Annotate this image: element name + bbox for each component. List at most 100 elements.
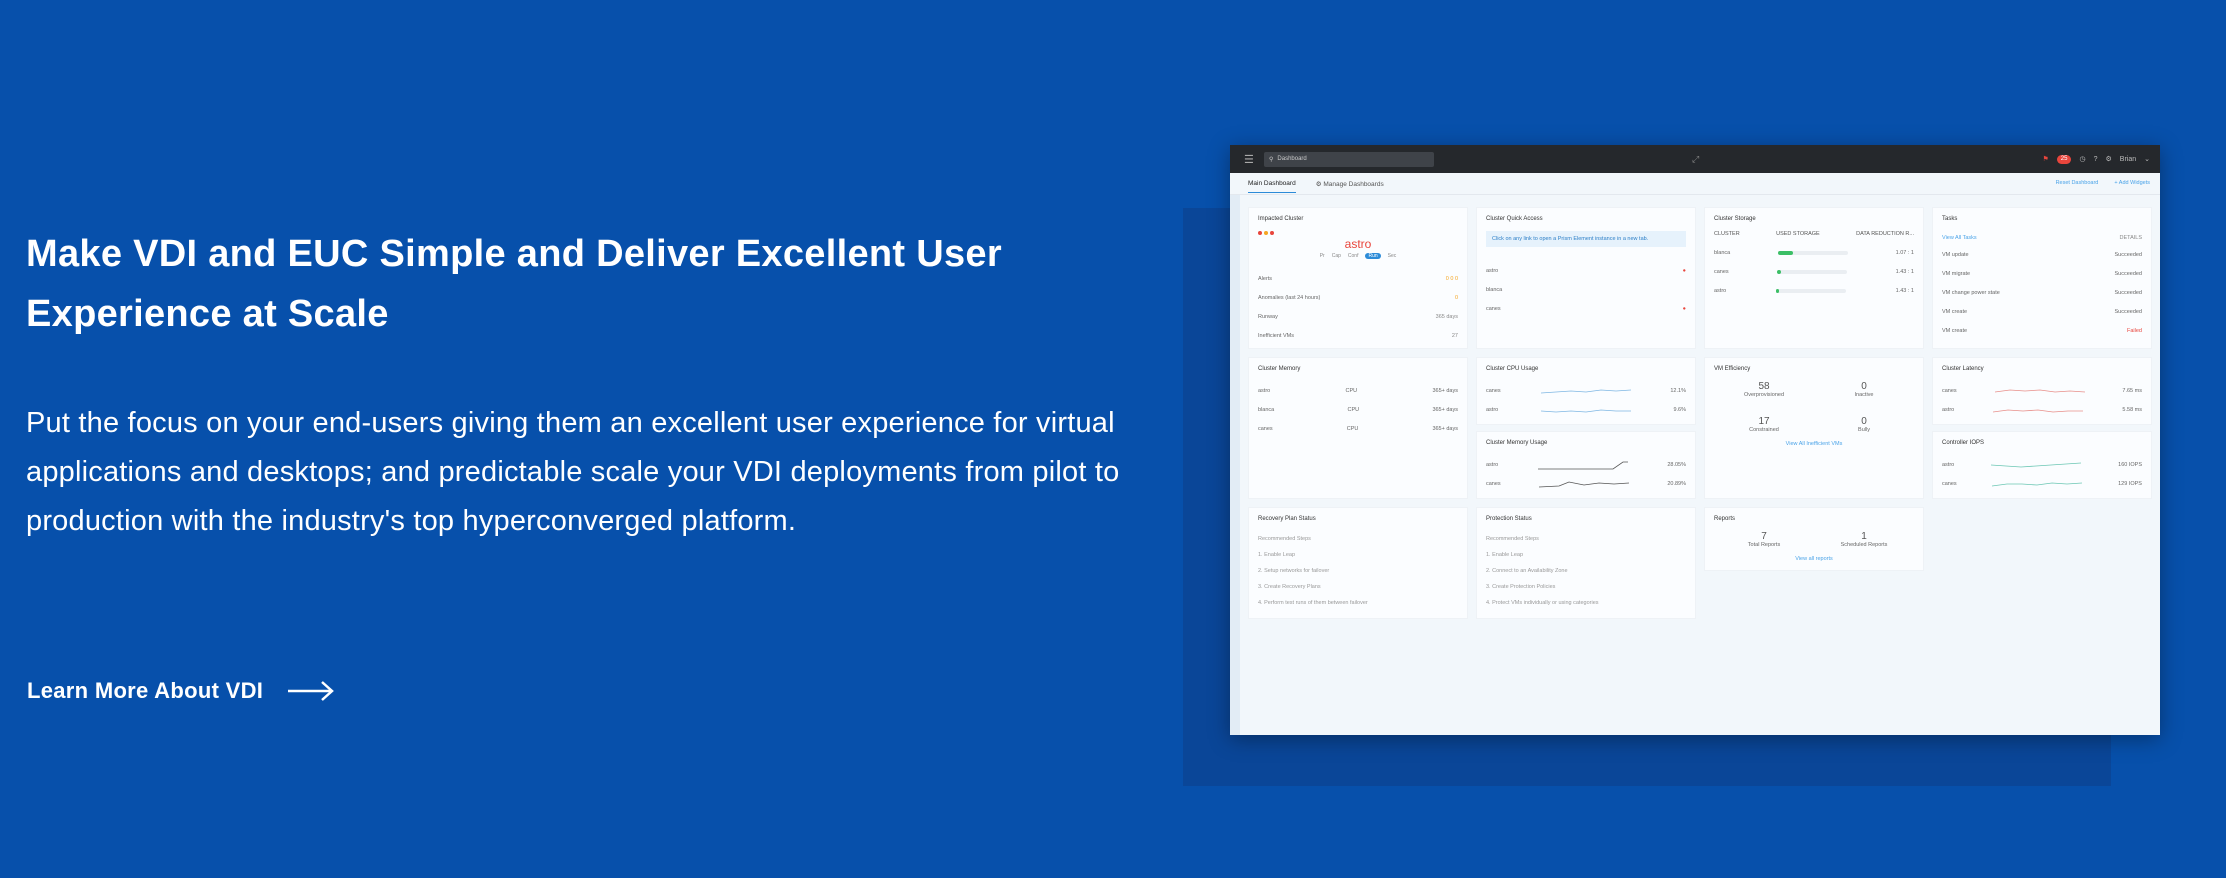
list-item: Alerts 0 0 0 xyxy=(1258,275,1458,282)
pill-item[interactable]: Cap xyxy=(1332,253,1341,259)
pill-item[interactable]: Pr xyxy=(1320,253,1325,259)
tasks-widget: Tasks View All Tasks DETAILS VM update Suc… xyxy=(1932,207,2152,349)
chevron-down-icon: ⌄ xyxy=(2144,156,2150,163)
view-all-reports-link[interactable]: View all reports xyxy=(1714,556,1914,562)
list-item: canes 129 IOPS xyxy=(1942,480,2142,487)
learn-more-vdi-link[interactable]: Learn More About VDI xyxy=(27,678,335,704)
list-item: 1. Enable Leap xyxy=(1258,552,1296,558)
list-item: astro 9.6% xyxy=(1486,406,1686,413)
table-row: astro 1.43 : 1 xyxy=(1714,287,1914,294)
user-menu[interactable]: Brian xyxy=(2120,156,2136,163)
cluster-quick-access-widget: Cluster Quick Access Click on any link t… xyxy=(1476,207,1696,349)
widget-title: Cluster Quick Access xyxy=(1486,216,1543,222)
subtitle: Recommended Steps xyxy=(1258,536,1311,542)
stat-item: 17 Constrained xyxy=(1749,416,1779,433)
list-item: VM change power state Succeeded xyxy=(1942,289,2142,296)
stat-item: 58 Overprovisioned xyxy=(1743,381,1785,398)
cluster-pills: Pr Cap Conf Run Sec xyxy=(1258,253,1458,259)
list-item: canes 20.89% xyxy=(1486,480,1686,487)
list-item: 4. Protect VMs individually or using cat… xyxy=(1486,600,1599,606)
tab-manage-dashboards[interactable]: ⚙ Manage Dashboards xyxy=(1316,180,1384,188)
info-notice: Click on any link to open a Prism Elemen… xyxy=(1486,231,1686,247)
tab-main-dashboard[interactable]: Main Dashboard xyxy=(1248,180,1296,193)
view-all-tasks-link[interactable]: View All Tasks xyxy=(1942,235,1977,241)
controller-iops-widget: Controller IOPS astro 160 IOPS canes 129 I… xyxy=(1932,431,2152,499)
cluster-storage-widget: Cluster Storage CLUSTER USED STORAGE DATA … xyxy=(1704,207,1924,349)
cluster-memory-widget: Cluster Memory astro CPU 365+ days blanca C… xyxy=(1248,357,1468,499)
cluster-memory-usage-widget: Cluster Memory Usage astro 28.05% canes 20… xyxy=(1476,431,1696,499)
pill-item[interactable]: Conf xyxy=(1348,253,1359,259)
stat-item: 0 Bully xyxy=(1858,416,1870,433)
list-item[interactable]: astro ● xyxy=(1486,261,1686,280)
help-icon[interactable]: ? xyxy=(2094,156,2098,163)
widget-title: Reports xyxy=(1714,516,1736,522)
list-item: VM create Failed xyxy=(1942,327,2142,334)
list-item: 2. Connect to an Availability Zone xyxy=(1486,568,1568,574)
add-widgets-link[interactable]: + Add Widgets xyxy=(2114,180,2150,186)
sparkline xyxy=(1992,482,2083,486)
tasks-filter[interactable]: DETAILS xyxy=(2119,235,2142,241)
view-inefficient-vms-link[interactable]: View All Inefficient VMs xyxy=(1714,441,1914,447)
list-item: Anomalies (last 24 hours) 0 xyxy=(1258,294,1458,301)
list-item[interactable]: blanca xyxy=(1486,280,1686,299)
expand-icon[interactable]: ⤢ xyxy=(1692,154,1699,165)
reports-widget: Reports 7 Total Reports 1 Scheduled Report… xyxy=(1704,507,1924,571)
list-item: 3. Create Protection Policies xyxy=(1486,584,1556,590)
dashboard-screenshot: ☰ ⚲ Dashboard ⤢ ⚑ 25 ◷ ? ⚙ Brian ⌄ Main … xyxy=(1230,145,2160,735)
list-item[interactable]: canes ● xyxy=(1486,299,1686,318)
list-item: astro 160 IOPS xyxy=(1942,461,2142,468)
protection-status-widget: Protection Status Recommended Steps 1. E… xyxy=(1476,507,1696,619)
table-row: canes CPU 365+ days xyxy=(1258,425,1458,432)
widget-title: Cluster Latency xyxy=(1942,366,1984,372)
alert-count-badge[interactable]: 25 xyxy=(2056,154,2072,164)
list-item: 3. Create Recovery Plans xyxy=(1258,584,1321,590)
table-row: blanca 1.07 : 1 xyxy=(1714,249,1914,256)
widget-title: Cluster Storage xyxy=(1714,216,1756,222)
list-item: astro 28.05% xyxy=(1486,461,1686,469)
search-input[interactable]: ⚲ Dashboard xyxy=(1264,151,1434,167)
table-row: blanca CPU 365+ days xyxy=(1258,406,1458,413)
list-item: 1. Enable Leap xyxy=(1486,552,1524,558)
sparkline xyxy=(1994,389,2085,392)
sparkline xyxy=(1537,461,1628,469)
pill-item[interactable]: Sec xyxy=(1388,253,1397,259)
stat-item: 1 Scheduled Reports xyxy=(1840,531,1888,548)
cluster-latency-widget: Cluster Latency canes 7.65 ms astro 5.58 m… xyxy=(1932,357,2152,425)
sparkline xyxy=(1540,409,1631,412)
bell-icon[interactable]: ⚑ xyxy=(2043,155,2049,163)
widget-title: Cluster CPU Usage xyxy=(1486,366,1539,372)
cluster-name[interactable]: astro xyxy=(1258,237,1458,251)
widget-title: Cluster Memory xyxy=(1258,366,1301,372)
widget-title: Impacted Cluster xyxy=(1258,216,1304,222)
clock-icon[interactable]: ◷ xyxy=(2079,155,2085,163)
recovery-plan-status-widget: Recovery Plan Status Recommended Steps 1… xyxy=(1248,507,1468,619)
table-row: canes 1.43 : 1 xyxy=(1714,268,1914,275)
gear-icon[interactable]: ⚙ xyxy=(2106,155,2112,163)
list-item: canes 7.65 ms xyxy=(1942,387,2142,394)
sparkline xyxy=(1993,409,2084,412)
list-item: VM update Succeeded xyxy=(1942,251,2142,258)
search-icon: ⚲ xyxy=(1269,156,1274,163)
pill-item-active[interactable]: Run xyxy=(1365,253,1381,259)
hero-title: Make VDI and EUC Simple and Deliver Exce… xyxy=(26,233,1002,335)
widget-title: Controller IOPS xyxy=(1942,440,1985,446)
learn-more-label: Learn More About VDI xyxy=(27,678,264,703)
widget-title: Protection Status xyxy=(1486,516,1532,522)
menu-icon[interactable]: ☰ xyxy=(1244,153,1256,166)
widget-title: VM Efficiency xyxy=(1714,366,1751,372)
list-item: canes 12.1% xyxy=(1486,387,1686,394)
subtitle: Recommended Steps xyxy=(1486,536,1539,542)
reset-dashboard-link[interactable]: Reset Dashboard xyxy=(2056,180,2099,186)
stat-item: 0 Inactive xyxy=(1854,381,1874,398)
sparkline xyxy=(1539,481,1630,487)
list-item: Runway 365 days xyxy=(1258,313,1458,320)
table-row: astro CPU 365+ days xyxy=(1258,387,1458,394)
stat-item: 7 Total Reports xyxy=(1747,531,1781,548)
sparkline xyxy=(1991,462,2082,467)
search-text: Dashboard xyxy=(1277,156,1307,162)
right-edge xyxy=(2226,0,2232,884)
hero-description: Put the focus on your end-users giving t… xyxy=(26,407,1120,537)
status-dots xyxy=(1258,231,1458,235)
vm-efficiency-widget: VM Efficiency 58 Overprovisioned 0 Inactiv… xyxy=(1704,357,1924,499)
sparkline xyxy=(1540,389,1631,393)
